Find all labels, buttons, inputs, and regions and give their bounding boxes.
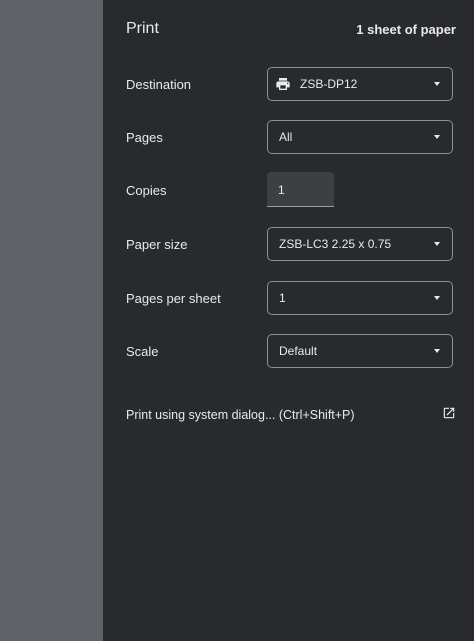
destination-value: ZSB-DP12 — [300, 77, 358, 91]
paper-size-value: ZSB-LC3 2.25 x 0.75 — [279, 237, 392, 251]
print-preview-area — [0, 0, 103, 641]
system-dialog-link[interactable]: Print using system dialog... (Ctrl+Shift… — [126, 406, 456, 424]
pages-value: All — [279, 130, 293, 144]
copies-input[interactable]: 1 — [267, 172, 334, 207]
print-settings-panel: Print 1 sheet of paper Destination ZSB-D… — [103, 0, 474, 641]
pages-per-sheet-value: 1 — [279, 291, 286, 305]
copies-value: 1 — [278, 183, 285, 197]
chevron-down-icon — [434, 82, 440, 86]
system-dialog-label: Print using system dialog... (Ctrl+Shift… — [126, 408, 355, 422]
open-in-new-icon — [443, 407, 455, 419]
chevron-down-icon — [434, 135, 440, 139]
copies-label: Copies — [126, 183, 167, 198]
destination-label: Destination — [126, 77, 192, 92]
printer-icon — [276, 78, 290, 90]
sheet-count: 1 sheet of paper — [356, 22, 456, 37]
pages-label: Pages — [126, 130, 163, 145]
chevron-down-icon — [434, 296, 440, 300]
destination-select[interactable]: ZSB-DP12 — [267, 67, 453, 101]
scale-select[interactable]: Default — [267, 334, 453, 368]
scale-value: Default — [279, 344, 318, 358]
paper-size-label: Paper size — [126, 237, 188, 252]
chevron-down-icon — [434, 349, 440, 353]
pages-per-sheet-label: Pages per sheet — [126, 291, 221, 306]
paper-size-select[interactable]: ZSB-LC3 2.25 x 0.75 — [267, 227, 453, 261]
pages-per-sheet-select[interactable]: 1 — [267, 281, 453, 315]
page-title: Print — [126, 20, 159, 37]
pages-select[interactable]: All — [267, 120, 453, 154]
scale-label: Scale — [126, 344, 159, 359]
chevron-down-icon — [434, 242, 440, 246]
